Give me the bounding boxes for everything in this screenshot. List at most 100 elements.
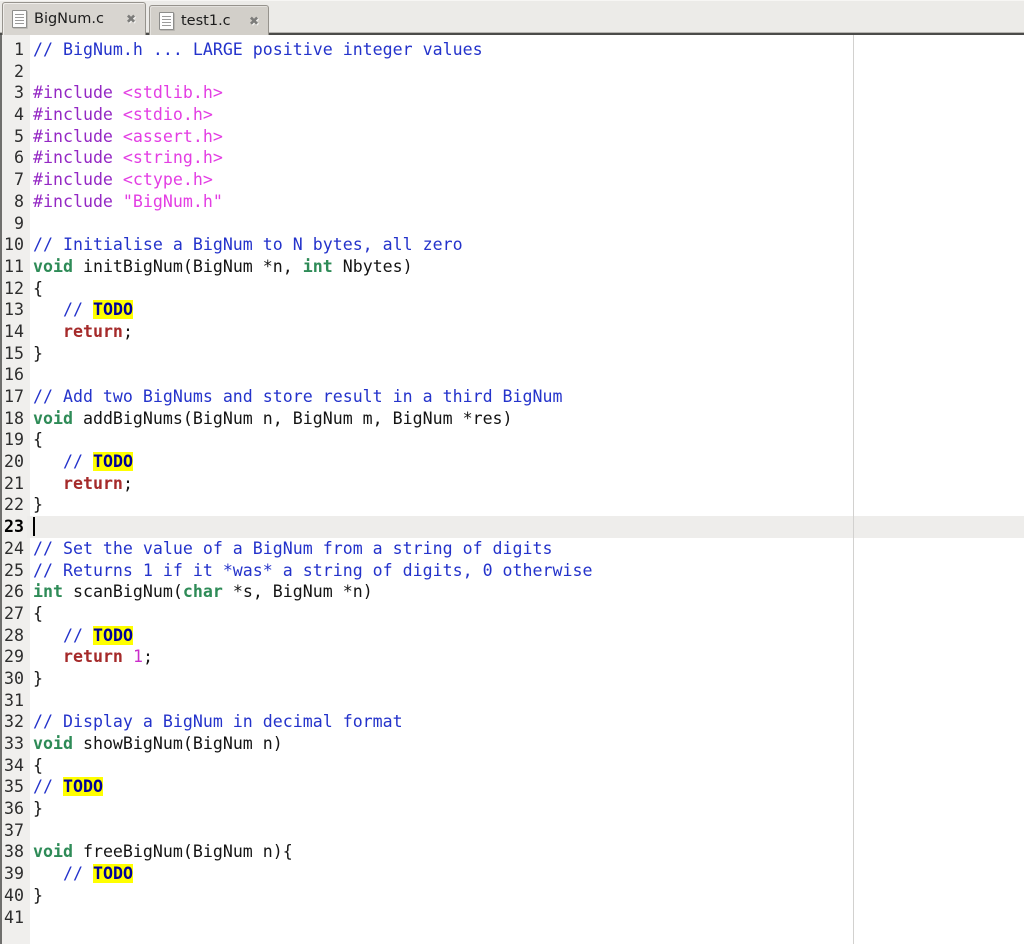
line-number: 9 [14, 213, 24, 233]
code-line[interactable]: 34 { [2, 755, 1024, 777]
code-token-kw: return [62, 321, 123, 341]
code-line[interactable]: 23 [2, 516, 1024, 538]
code-line[interactable]: 24 // Set the value of a BigNum from a st… [2, 538, 1024, 560]
code-token-plain: { [33, 430, 43, 450]
line-number: 21 [4, 473, 24, 493]
code-line[interactable]: 27 { [2, 603, 1024, 625]
code-line-content: { [27, 755, 1024, 777]
code-token-todo: TODO [92, 300, 133, 320]
line-number: 40 [4, 885, 24, 905]
code-line[interactable]: 29 return 1; [2, 646, 1024, 668]
code-line[interactable]: 28 // TODO [2, 625, 1024, 647]
code-token-incstr: <stdlib.h> [122, 83, 223, 103]
code-line[interactable]: 16 [2, 364, 1024, 386]
code-token-type: int [33, 582, 63, 602]
code-line[interactable]: 21 return; [2, 473, 1024, 495]
code-line[interactable]: 39 // TODO [2, 863, 1024, 885]
code-line[interactable]: 6 #include <string.h> [2, 147, 1024, 169]
code-line[interactable]: 10 // Initialise a BigNum to N bytes, all… [2, 234, 1024, 256]
code-lines: 1 // BigNum.h ... LARGE positive integer … [2, 39, 1024, 928]
code-line-content: // Initialise a BigNum to N bytes, all z… [27, 234, 1024, 256]
code-token-todo: TODO [92, 864, 133, 884]
code-line[interactable]: 15} [2, 343, 1024, 365]
line-number: 36 [4, 799, 24, 819]
code-token-kw: return [62, 647, 123, 667]
code-line[interactable]: 13 // TODO [2, 299, 1024, 321]
line-number: 14 [4, 321, 24, 341]
line-number: 13 [4, 300, 24, 320]
code-token-incstr: <string.h> [122, 148, 223, 168]
code-token-plain: ; [142, 647, 153, 667]
code-token-plain: } [33, 343, 43, 363]
code-line[interactable]: 11 void initBigNum(BigNum *n, int Nbytes) [2, 256, 1024, 278]
code-line[interactable]: 9 [2, 213, 1024, 235]
code-line[interactable]: 41 [2, 907, 1024, 929]
code-token-preproc: #include [33, 148, 123, 168]
line-number: 32 [4, 712, 24, 732]
code-line-content: #include "BigNum.h" [27, 191, 1024, 213]
code-token-type: void [33, 734, 73, 753]
code-line[interactable]: 30} [2, 668, 1024, 690]
code-line[interactable]: 33 void showBigNum(BigNum n) [2, 733, 1024, 755]
code-line[interactable]: 20 // TODO [2, 451, 1024, 473]
code-line[interactable]: 18 void addBigNums(BigNum n, BigNum m, Bi… [2, 408, 1024, 430]
close-icon[interactable]: ✖ [126, 13, 136, 25]
code-line[interactable]: 26 int scanBigNum(char *s, BigNum *n) [2, 581, 1024, 603]
code-line[interactable]: 19 { [2, 429, 1024, 451]
line-number: 39 [4, 864, 24, 884]
code-line[interactable]: 35// TODO [2, 776, 1024, 798]
code-line-content: // TODO [27, 863, 1024, 885]
code-token-incstr: "BigNum.h" [122, 191, 223, 211]
code-line[interactable]: 7 #include <ctype.h> [2, 169, 1024, 191]
code-line-content: return; [27, 473, 1024, 495]
code-token-todo: TODO [92, 452, 133, 472]
code-line[interactable]: 25 // Returns 1 if it *was* a string of d… [2, 560, 1024, 582]
code-line[interactable]: 37 [2, 820, 1024, 842]
line-number: 34 [4, 755, 24, 775]
line-number: 3 [14, 83, 24, 103]
tab-test1-c[interactable]: test1.c ✖ [149, 5, 269, 35]
close-icon[interactable]: ✖ [249, 15, 259, 27]
code-token-plain: { [33, 278, 43, 298]
code-line-content: #include <ctype.h> [27, 169, 1024, 191]
line-number: 2 [14, 61, 24, 81]
code-token-plain: showBigNum(BigNum n) [72, 734, 283, 753]
code-line-content: return; [27, 321, 1024, 343]
code-line[interactable]: 2 [2, 61, 1024, 83]
code-line[interactable]: 8 #include "BigNum.h" [2, 191, 1024, 213]
code-token-comment: // [62, 864, 93, 884]
line-number: 12 [4, 278, 24, 298]
line-number: 7 [14, 170, 24, 190]
code-line[interactable]: 38 void freeBigNum(BigNum n){ [2, 841, 1024, 863]
code-line[interactable]: 3 #include <stdlib.h> [2, 82, 1024, 104]
code-line[interactable]: 5 #include <assert.h> [2, 126, 1024, 148]
code-line[interactable]: 1 // BigNum.h ... LARGE positive integer … [2, 39, 1024, 61]
code-line[interactable]: 40} [2, 885, 1024, 907]
code-line[interactable]: 17 // Add two BigNums and store result in… [2, 386, 1024, 408]
code-token-type: void [33, 256, 73, 276]
code-token-plain: { [33, 755, 43, 775]
right-margin-line [853, 35, 854, 944]
code-token-comment: // Add two BigNums and store result in a… [33, 387, 563, 406]
code-line-content: // Set the value of a BigNum from a stri… [27, 538, 1024, 560]
line-number: 5 [14, 126, 24, 146]
tab-bignum-c[interactable]: BigNum.c ✖ [2, 2, 146, 35]
line-number: 4 [14, 105, 24, 125]
code-line[interactable]: 36} [2, 798, 1024, 820]
tab-label: test1.c [181, 12, 231, 29]
code-line[interactable]: 4 #include <stdio.h> [2, 104, 1024, 126]
code-token-incstr: <assert.h> [122, 126, 223, 146]
code-line-content: void initBigNum(BigNum *n, int Nbytes) [27, 256, 1024, 278]
code-line[interactable]: 32 // Display a BigNum in decimal format [2, 711, 1024, 733]
code-line[interactable]: 12 { [2, 278, 1024, 300]
code-line[interactable]: 22} [2, 494, 1024, 516]
code-line[interactable]: 14 return; [2, 321, 1024, 343]
code-line-content: return 1; [27, 646, 1024, 668]
code-token-comment: // Display a BigNum in decimal format [33, 712, 403, 732]
line-number: 11 [4, 256, 24, 276]
code-line[interactable]: 31 [2, 690, 1024, 712]
code-line-content [27, 690, 1024, 712]
